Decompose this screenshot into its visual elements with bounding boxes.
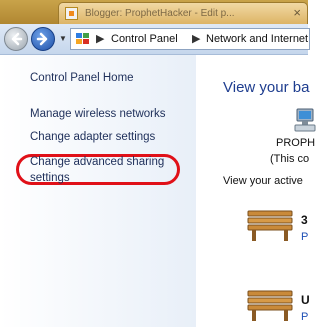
arrow-left-icon [11, 32, 23, 46]
breadcrumb-network-and-internet[interactable]: Network and Internet [206, 33, 308, 45]
computer-subtitle: (This co [270, 153, 310, 165]
computer-icon [294, 108, 316, 132]
address-bar: ▼ ▶ Control Panel ▶ Network and Internet [0, 24, 310, 55]
active-networks-heading: View your active [223, 175, 303, 187]
tab-title: Blogger: ProphetHacker - Edit p... [85, 8, 235, 19]
breadcrumb-separator[interactable]: ▶ [96, 32, 104, 45]
recent-pages-dropdown-icon[interactable]: ▼ [59, 34, 67, 43]
network-name: U [301, 293, 310, 307]
browser-tab[interactable]: Blogger: ProphetHacker - Edit p... × [58, 2, 308, 24]
breadcrumb-control-panel[interactable]: Control Panel [111, 33, 178, 45]
network-link[interactable]: P [301, 231, 308, 243]
bench-icon [247, 290, 293, 321]
page-heading: View your ba [223, 79, 310, 96]
network-name: 3 [301, 213, 308, 227]
control-panel-home-link[interactable]: Control Panel Home [30, 72, 134, 84]
change-advanced-sharing-settings-link[interactable]: Change advanced sharing settings [30, 154, 180, 186]
left-task-pane: Control Panel Home Manage wireless netwo… [0, 55, 196, 327]
close-icon[interactable]: × [293, 5, 301, 20]
network-link[interactable]: P [301, 311, 308, 323]
back-button[interactable] [4, 27, 28, 51]
browser-tab-strip: Blogger: ProphetHacker - Edit p... × [0, 0, 308, 25]
network-status-pane: View your ba PROPH (This co View your ac… [196, 55, 316, 327]
control-panel-icon [76, 33, 89, 44]
breadcrumb-separator[interactable]: ▶ [192, 32, 200, 45]
manage-wireless-networks-link[interactable]: Manage wireless networks [30, 108, 166, 120]
change-adapter-settings-link[interactable]: Change adapter settings [30, 131, 155, 143]
forward-button[interactable] [31, 27, 55, 51]
bench-icon [247, 210, 293, 241]
blogger-icon [65, 7, 78, 20]
arrow-right-icon [36, 32, 48, 46]
computer-name: PROPH [276, 137, 316, 149]
breadcrumb[interactable]: ▶ Control Panel ▶ Network and Internet [70, 28, 310, 50]
